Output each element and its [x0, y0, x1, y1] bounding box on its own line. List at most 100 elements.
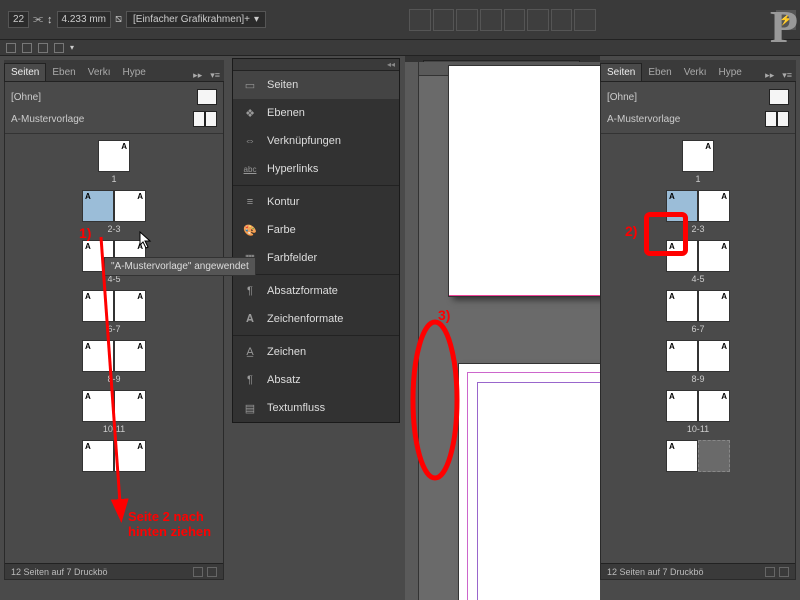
- tool-button[interactable]: [456, 9, 478, 31]
- pages-panel-right: Seiten Eben Verkı Hype ▸▸ ▾≡ [Ohne] A-Mu…: [600, 60, 796, 580]
- master-none-row[interactable]: [Ohne]: [11, 86, 217, 108]
- tab-ebenen[interactable]: Eben: [642, 64, 677, 81]
- tool-button[interactable]: [574, 9, 596, 31]
- master-a-row[interactable]: A-Mustervorlage: [607, 108, 789, 130]
- dock-item-verknuepfungen[interactable]: ⇔Verknüpfungen: [233, 127, 399, 155]
- tab-hyperlinks[interactable]: Hype: [117, 64, 152, 81]
- page-number: 8-9: [691, 374, 704, 384]
- page-number: 2-3: [691, 224, 704, 234]
- divider: [601, 133, 795, 134]
- spread-2-3[interactable]: A A 2-3: [82, 190, 146, 234]
- opt-icon[interactable]: [22, 43, 32, 53]
- panel-menu-icon[interactable]: ▾≡: [206, 70, 224, 81]
- chevron-down-icon[interactable]: ▾: [70, 43, 74, 52]
- dock-item-absatzformate[interactable]: ¶Absatzformate: [233, 277, 399, 305]
- page-thumb: A: [114, 440, 146, 472]
- tool-button[interactable]: [551, 9, 573, 31]
- spread-10-11[interactable]: AA 10-11: [82, 390, 146, 434]
- tool-button[interactable]: [504, 9, 526, 31]
- sub-toolbar: ▾: [0, 40, 800, 56]
- tab-seiten[interactable]: Seiten: [600, 63, 642, 81]
- page-thumb: A: [114, 290, 146, 322]
- spread-12-13[interactable]: A: [666, 440, 730, 472]
- tab-verknuepfungen[interactable]: Verkı: [82, 64, 117, 81]
- pasteboard[interactable]: [419, 76, 600, 600]
- opt-icon[interactable]: [54, 43, 64, 53]
- spread-12-13[interactable]: AA: [82, 440, 146, 472]
- dock-header[interactable]: ◂◂: [233, 59, 399, 71]
- master-a-row[interactable]: A-Mustervorlage: [11, 108, 217, 130]
- textwrap-icon: ▤: [243, 401, 257, 415]
- dock-item-farbfelder[interactable]: ▦Farbfelder: [233, 244, 399, 272]
- dock-item-farbe[interactable]: 🎨Farbe: [233, 216, 399, 244]
- para-styles-icon: ¶: [243, 284, 257, 298]
- dock-item-zeichenformate[interactable]: 𝐀Zeichenformate: [233, 305, 399, 333]
- pages-list: A 1 A A 2-3 AA 4-5 AA 6-7: [11, 140, 217, 472]
- trash-icon[interactable]: [779, 567, 789, 577]
- page-thumb: A: [682, 140, 714, 172]
- hyperlinks-icon: abc: [243, 162, 257, 176]
- dock-item-textumfluss[interactable]: ▤Textumfluss: [233, 394, 399, 422]
- spread-8-9[interactable]: AA 8-9: [82, 340, 146, 384]
- chevron-left-icon: ◂◂: [387, 60, 395, 69]
- dock-item-hyperlinks[interactable]: abcHyperlinks: [233, 155, 399, 183]
- tab-hyperlinks[interactable]: Hype: [713, 64, 748, 81]
- layers-icon: ❖: [243, 106, 257, 120]
- ruler-vertical[interactable]: [405, 62, 419, 600]
- panel-tab-strip: Seiten Eben Verkı Hype ▸▸ ▾≡: [4, 60, 224, 82]
- trash-icon[interactable]: [207, 567, 217, 577]
- page-thumb: A: [666, 290, 698, 322]
- tab-verknuepfungen[interactable]: Verkı: [678, 64, 713, 81]
- spread-6-7[interactable]: AA 6-7: [666, 290, 730, 334]
- new-page-icon[interactable]: [193, 567, 203, 577]
- page-thumb: A: [666, 440, 698, 472]
- annotation-highlight-box: [644, 212, 688, 256]
- object-style-label: [Einfacher Grafikrahmen]+: [133, 14, 250, 25]
- dock-item-kontur[interactable]: ≡Kontur: [233, 188, 399, 216]
- object-style-dropdown[interactable]: [Einfacher Grafikrahmen]+ ▾: [126, 11, 266, 28]
- page-thumb-empty: [698, 440, 730, 472]
- tab-seiten[interactable]: Seiten: [4, 63, 46, 81]
- page-number: 6-7: [691, 324, 704, 334]
- page-thumb: A: [666, 390, 698, 422]
- page-count-label: 12 Seiten auf 7 Druckbö: [607, 567, 704, 577]
- panel-collapse-icon[interactable]: ▸▸: [189, 70, 206, 81]
- publish-logo-p: P: [770, 0, 798, 53]
- percent-readout: 22: [8, 11, 29, 28]
- tool-button[interactable]: [527, 9, 549, 31]
- master-none-row[interactable]: [Ohne]: [607, 86, 789, 108]
- tool-button[interactable]: [480, 9, 502, 31]
- master-a-label: A-Mustervorlage: [607, 114, 680, 125]
- spread-1[interactable]: A 1: [98, 140, 130, 184]
- page-number: 6-7: [107, 324, 120, 334]
- document-view[interactable]: [405, 62, 600, 600]
- right-window-top: [405, 0, 600, 56]
- tool-button[interactable]: [409, 9, 431, 31]
- height-value[interactable]: 4.233 mm: [57, 11, 111, 28]
- tool-button[interactable]: [433, 9, 455, 31]
- spread-6-7[interactable]: AA 6-7: [82, 290, 146, 334]
- spread-8-9[interactable]: AA 8-9: [666, 340, 730, 384]
- page-number: 4-5: [691, 274, 704, 284]
- page-number: 8-9: [107, 374, 120, 384]
- tab-ebenen[interactable]: Eben: [46, 64, 81, 81]
- master-none-label: [Ohne]: [11, 92, 41, 103]
- dock-item-absatz[interactable]: ¶Absatz: [233, 366, 399, 394]
- spread-1[interactable]: A 1: [682, 140, 714, 184]
- dock-item-ebenen[interactable]: ❖Ebenen: [233, 99, 399, 127]
- pages-panel-left: Seiten Eben Verkı Hype ▸▸ ▾≡ [Ohne] A-Mu…: [4, 60, 224, 580]
- panel-menu-icon[interactable]: ▾≡: [778, 70, 796, 81]
- new-page-icon[interactable]: [765, 567, 775, 577]
- page-thumb: A: [698, 290, 730, 322]
- dock-item-zeichen[interactable]: A̲Zeichen: [233, 338, 399, 366]
- panel-collapse-icon[interactable]: ▸▸: [761, 70, 778, 81]
- page-thumb: A: [114, 390, 146, 422]
- page-thumb: A: [698, 240, 730, 272]
- panel-status-bar: 12 Seiten auf 7 Druckbö: [5, 563, 223, 579]
- opt-icon[interactable]: [38, 43, 48, 53]
- spread-10-11[interactable]: AA 10-11: [666, 390, 730, 434]
- page-number: 1: [695, 174, 700, 184]
- char-styles-icon: 𝐀: [243, 312, 257, 326]
- opt-icon[interactable]: [6, 43, 16, 53]
- dock-item-seiten[interactable]: ▭Seiten: [233, 71, 399, 99]
